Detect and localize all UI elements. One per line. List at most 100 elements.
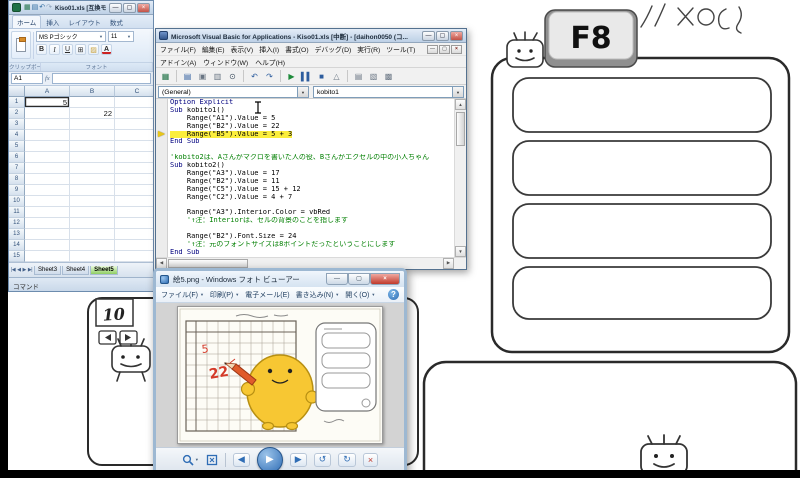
ribbon-tab-挿入[interactable]: 挿入 (42, 16, 63, 28)
cell-B4[interactable] (70, 130, 115, 141)
sheet-tab-Sheet5[interactable]: Sheet5 (90, 266, 118, 275)
row-header-15[interactable]: 15 (9, 251, 25, 262)
row-header-6[interactable]: 6 (9, 152, 25, 163)
cell-C2[interactable] (115, 108, 153, 119)
format-fill-color-button[interactable]: ▨ (88, 44, 99, 55)
scroll-down-icon[interactable]: ▼ (455, 246, 466, 257)
scrollbar-track[interactable] (167, 258, 443, 269)
code-editor[interactable]: Option ExplicitSub kobito1() Range("A1")… (168, 99, 454, 257)
row-header-8[interactable]: 8 (9, 174, 25, 185)
sheet-tab-Sheet3[interactable]: Sheet3 (34, 266, 61, 275)
code-line-10[interactable]: Range("A3").Value = 17 (170, 170, 454, 178)
cell-C4[interactable] (115, 130, 153, 141)
excel-minimize-button[interactable]: — (109, 3, 122, 13)
zoom-button[interactable]: ▼ (182, 454, 199, 466)
paste-button[interactable] (11, 31, 31, 59)
row-header-3[interactable]: 3 (9, 119, 25, 130)
undo-icon[interactable]: ↶ (39, 3, 45, 12)
cell-A8[interactable] (25, 174, 70, 185)
vba-menu-アドイン(A)[interactable]: アドイン(A) (160, 57, 196, 67)
previous-button[interactable]: ◀ (233, 453, 250, 467)
slideshow-button[interactable]: ▶ (257, 447, 283, 473)
rotate-clockwise-button[interactable]: ↻ (338, 453, 356, 467)
code-window-close-button[interactable]: × (451, 45, 462, 54)
format-bold-button[interactable]: B (36, 44, 47, 55)
cell-B9[interactable] (70, 185, 115, 196)
cell-C10[interactable] (115, 196, 153, 207)
vba-titlebar[interactable]: Microsoft Visual Basic for Applications … (156, 29, 466, 43)
cell-A14[interactable] (25, 240, 70, 251)
cell-A4[interactable] (25, 130, 70, 141)
cell-C5[interactable] (115, 141, 153, 152)
cell-B6[interactable] (70, 152, 115, 163)
cell-B14[interactable] (70, 240, 115, 251)
cell-C3[interactable] (115, 119, 153, 130)
code-line-19[interactable]: '↑注：元のフォントサイズは8ポイントだったということにします (170, 241, 454, 249)
scroll-left-icon[interactable]: ◀ (156, 258, 167, 269)
cell-C11[interactable] (115, 207, 153, 218)
code-line-15[interactable]: Range("A3").Interior.Color = vbRed (170, 209, 454, 217)
object-browser-icon[interactable]: ▩ (382, 70, 395, 83)
procedure-dropdown[interactable]: kobito1 ▼ (313, 86, 464, 98)
scrollbar-thumb[interactable] (168, 259, 248, 268)
vba-menu-実行(R)[interactable]: 実行(R) (357, 44, 380, 54)
cell-B12[interactable] (70, 218, 115, 229)
ribbon-tab-ホーム[interactable]: ホーム (12, 15, 41, 28)
format-underline-button[interactable]: U (62, 44, 73, 55)
code-line-17[interactable] (170, 225, 454, 233)
cell-A1[interactable]: 5 (25, 97, 70, 108)
photo-viewer-window[interactable]: 絵5.png - Windows フォト ビューアー —▢× ファイル(F)▼印… (153, 268, 407, 474)
cell-A5[interactable] (25, 141, 70, 152)
cell-A11[interactable] (25, 207, 70, 218)
cell-C12[interactable] (115, 218, 153, 229)
save-icon[interactable]: ▤ (32, 3, 39, 12)
project-explorer-icon[interactable]: ▤ (352, 70, 365, 83)
cell-C1[interactable] (115, 97, 153, 108)
code-window-minimize-button[interactable]: — (427, 45, 438, 54)
vba-menu-編集(E)[interactable]: 編集(E) (202, 44, 225, 54)
code-line-20[interactable]: End Sub (170, 249, 454, 257)
sheet-nav-button[interactable]: ▶ (23, 267, 26, 273)
cell-C13[interactable] (115, 229, 153, 240)
code-line-11[interactable]: Range("B2").Value = 11 (170, 178, 454, 186)
help-icon[interactable]: ? (388, 289, 399, 300)
cell-C8[interactable] (115, 174, 153, 185)
photo-viewer-minimize-button[interactable]: — (326, 273, 348, 285)
design-mode-icon[interactable]: △ (330, 70, 343, 83)
column-header-C[interactable]: C (115, 86, 153, 97)
ribbon-tab-レイアウト[interactable]: レイアウト (64, 16, 105, 28)
scroll-up-icon[interactable]: ▲ (455, 99, 466, 110)
row-header-1[interactable]: 1 (9, 97, 25, 108)
excel-app-icon[interactable]: ▦ (24, 3, 31, 12)
format-borders-button[interactable]: ⊞ (75, 44, 86, 55)
cell-C15[interactable] (115, 251, 153, 262)
cell-A12[interactable] (25, 218, 70, 229)
reset-icon[interactable]: ■ (315, 70, 328, 83)
vba-menu-デバッグ(D)[interactable]: デバッグ(D) (315, 44, 352, 54)
code-line-7[interactable] (170, 146, 454, 154)
code-margin[interactable] (156, 99, 168, 257)
object-dropdown[interactable]: (General) ▼ (158, 86, 309, 98)
row-header-12[interactable]: 12 (9, 218, 25, 229)
photo-viewer-close-button[interactable]: × (370, 273, 400, 285)
row-header-11[interactable]: 11 (9, 207, 25, 218)
photo-viewer-titlebar[interactable]: 絵5.png - Windows フォト ビューアー —▢× (156, 271, 404, 287)
select-all-corner[interactable] (9, 86, 25, 97)
code-line-14[interactable] (170, 202, 454, 210)
cell-A3[interactable] (25, 119, 70, 130)
view-excel-icon[interactable]: ▦ (159, 70, 172, 83)
cell-A7[interactable] (25, 163, 70, 174)
cell-B3[interactable] (70, 119, 115, 130)
excel-titlebar[interactable]: ▦▤↶↷ Kiso01.xls [互換モード] - Microsoft Exce… (9, 1, 153, 15)
vba-menu-ファイル(F)[interactable]: ファイル(F) (160, 44, 196, 54)
rotate-counterclockwise-button[interactable]: ↺ (314, 453, 332, 467)
vba-menu-ツール(T)[interactable]: ツール(T) (386, 44, 415, 54)
photo-viewer-maximize-button[interactable]: ▢ (348, 273, 370, 285)
vba-window[interactable]: Microsoft Visual Basic for Applications … (155, 28, 467, 270)
redo-icon[interactable]: ↷ (263, 70, 276, 83)
code-line-3[interactable]: Range("A1").Value = 5 (170, 115, 454, 123)
scroll-right-icon[interactable]: ▶ (443, 258, 454, 269)
vba-menu-書式(O)[interactable]: 書式(O) (285, 44, 308, 54)
pv-menu-開く(O)[interactable]: 開く(O)▼ (345, 290, 375, 300)
pv-menu-電子メール(E)[interactable]: 電子メール(E) (245, 290, 289, 300)
